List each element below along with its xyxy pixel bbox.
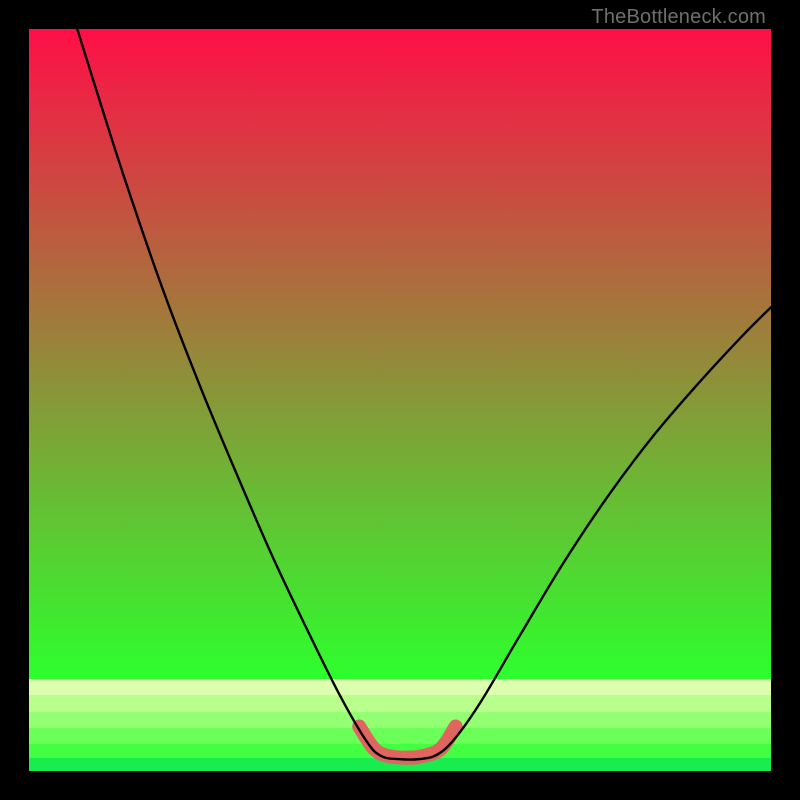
- chart-svg: [29, 29, 771, 771]
- chart-frame: TheBottleneck.com: [0, 0, 800, 800]
- watermark-text: TheBottleneck.com: [591, 6, 766, 29]
- series-bottleneck-curve: [77, 29, 771, 760]
- plot-area: [29, 29, 771, 771]
